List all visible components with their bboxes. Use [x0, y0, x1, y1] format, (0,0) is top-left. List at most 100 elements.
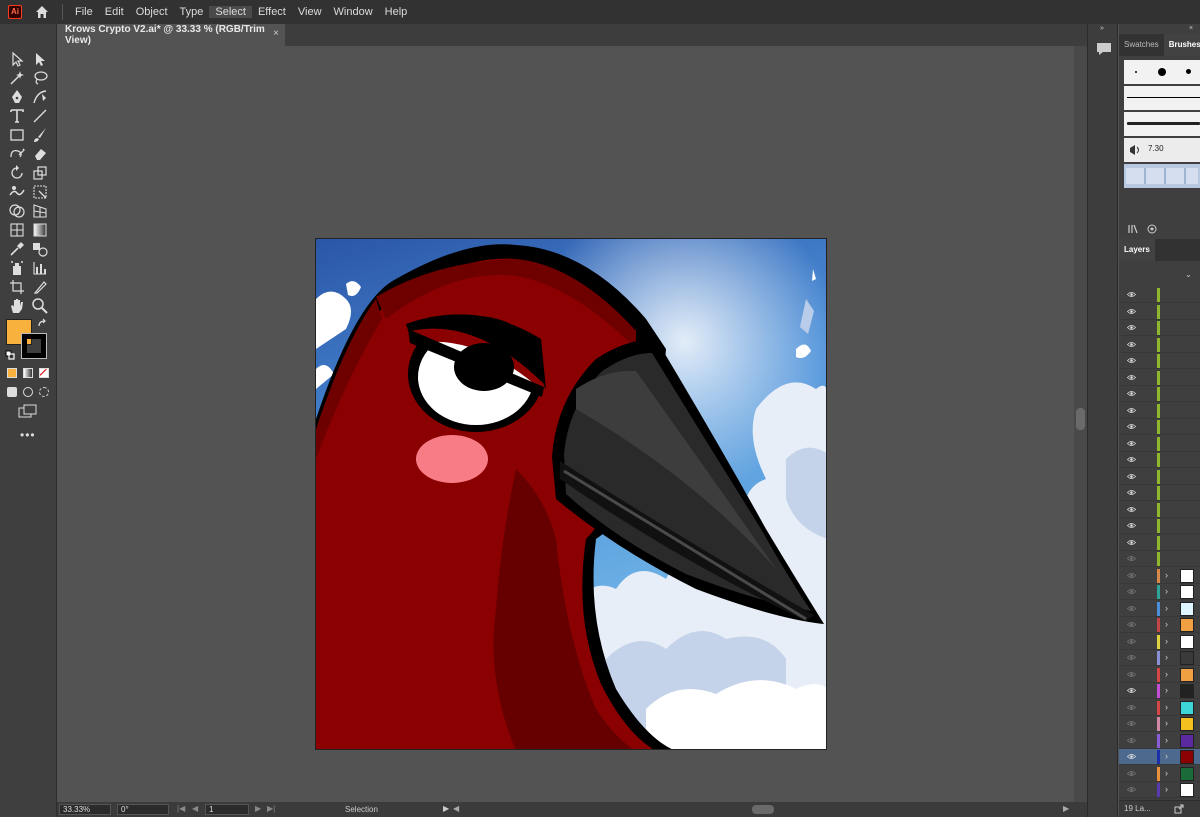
- rotation-field[interactable]: 0°: [117, 804, 169, 815]
- visibility-eye-icon[interactable]: [1127, 720, 1136, 727]
- more-tools-icon[interactable]: •••: [20, 428, 36, 442]
- visibility-eye-icon[interactable]: [1127, 737, 1136, 744]
- tab-swatches[interactable]: Swatches: [1119, 34, 1164, 56]
- layer-row[interactable]: [1119, 320, 1200, 336]
- layer-row[interactable]: ›: [1119, 683, 1200, 699]
- line-tool-icon[interactable]: [31, 107, 49, 125]
- visibility-eye-icon[interactable]: [1127, 704, 1136, 711]
- brush-dot-large[interactable]: [1158, 68, 1166, 76]
- expand-layer-chevron-icon[interactable]: ›: [1165, 768, 1168, 778]
- draw-normal-icon[interactable]: [7, 387, 17, 397]
- menu-view[interactable]: View: [292, 6, 328, 18]
- zoom-field[interactable]: 33.33%: [59, 804, 111, 815]
- eyedropper-tool-icon[interactable]: [8, 240, 26, 258]
- brush-row-size[interactable]: 7.30: [1124, 138, 1200, 162]
- menu-select[interactable]: Select: [209, 6, 252, 18]
- layer-row[interactable]: ›: [1119, 568, 1200, 584]
- expand-layer-chevron-icon[interactable]: ›: [1165, 570, 1168, 580]
- expand-layer-chevron-icon[interactable]: ›: [1165, 603, 1168, 613]
- menu-edit[interactable]: Edit: [99, 6, 130, 18]
- expand-layer-chevron-icon[interactable]: ›: [1165, 586, 1168, 596]
- layer-row[interactable]: ›: [1119, 634, 1200, 650]
- none-mode-button[interactable]: [39, 368, 49, 378]
- visibility-eye-icon[interactable]: [1127, 654, 1136, 661]
- draw-inside-icon[interactable]: [39, 387, 49, 397]
- scroll-right-icon[interactable]: ▶: [1063, 804, 1069, 813]
- layer-row[interactable]: [1119, 287, 1200, 303]
- layers-dropdown-icon[interactable]: ⌄: [1185, 270, 1192, 279]
- visibility-eye-icon[interactable]: [1127, 786, 1136, 793]
- layer-row[interactable]: [1119, 419, 1200, 435]
- visibility-eye-icon[interactable]: [1127, 423, 1136, 430]
- brush-row-pattern[interactable]: [1124, 164, 1200, 188]
- vertical-scroll-thumb[interactable]: [1076, 408, 1085, 430]
- layer-row[interactable]: [1119, 386, 1200, 402]
- menu-effect[interactable]: Effect: [252, 6, 292, 18]
- layer-row[interactable]: ›: [1119, 733, 1200, 749]
- expand-layer-chevron-icon[interactable]: ›: [1165, 636, 1168, 646]
- hand-tool-icon[interactable]: [8, 297, 26, 315]
- layer-row[interactable]: [1119, 304, 1200, 320]
- scale-tool-icon[interactable]: [31, 164, 49, 182]
- layer-row[interactable]: ›: [1119, 601, 1200, 617]
- visibility-eye-icon[interactable]: [1127, 407, 1136, 414]
- expand-layer-chevron-icon[interactable]: ›: [1165, 619, 1168, 629]
- layer-row[interactable]: ›: [1119, 782, 1200, 798]
- menu-file[interactable]: File: [69, 6, 99, 18]
- magic-wand-icon[interactable]: [8, 69, 26, 87]
- menu-type[interactable]: Type: [174, 6, 210, 18]
- visibility-eye-icon[interactable]: [1127, 753, 1136, 760]
- expand-layer-chevron-icon[interactable]: ›: [1165, 652, 1168, 662]
- blend-tool-icon[interactable]: [31, 240, 49, 258]
- visibility-eye-icon[interactable]: [1127, 522, 1136, 529]
- layer-row[interactable]: ›: [1119, 749, 1200, 765]
- color-mode-button[interactable]: [7, 368, 17, 378]
- rotate-tool-icon[interactable]: [8, 164, 26, 182]
- horizontal-scroll-thumb[interactable]: [752, 805, 774, 814]
- expand-layer-chevron-icon[interactable]: ›: [1165, 735, 1168, 745]
- layer-row[interactable]: ›: [1119, 584, 1200, 600]
- perspective-grid-tool-icon[interactable]: [31, 202, 49, 220]
- home-icon[interactable]: [34, 4, 50, 20]
- layer-row[interactable]: [1119, 535, 1200, 551]
- visibility-eye-icon[interactable]: [1127, 770, 1136, 777]
- layer-row[interactable]: ›: [1119, 700, 1200, 716]
- visibility-eye-icon[interactable]: [1127, 539, 1136, 546]
- menu-object[interactable]: Object: [130, 6, 174, 18]
- eraser-tool-icon[interactable]: [31, 145, 49, 163]
- paintbrush-tool-icon[interactable]: [31, 126, 49, 144]
- scroll-left-icon[interactable]: ◀: [453, 804, 459, 813]
- symbol-sprayer-tool-icon[interactable]: [8, 259, 26, 277]
- status-menu-icon[interactable]: ▶: [443, 804, 449, 813]
- draw-behind-icon[interactable]: [23, 387, 33, 397]
- visibility-eye-icon[interactable]: [1127, 621, 1136, 628]
- comments-icon[interactable]: [1095, 40, 1113, 58]
- prev-artboard-icon[interactable]: ◀: [192, 804, 198, 813]
- layer-row[interactable]: [1119, 337, 1200, 353]
- stroke-color-swatch[interactable]: [21, 333, 47, 359]
- artboard[interactable]: [315, 238, 827, 750]
- first-artboard-icon[interactable]: |◀: [177, 804, 185, 813]
- layer-row[interactable]: [1119, 551, 1200, 567]
- visibility-eye-icon[interactable]: [1127, 605, 1136, 612]
- visibility-eye-icon[interactable]: [1127, 324, 1136, 331]
- shaper-tool-icon[interactable]: [8, 145, 26, 163]
- gradient-tool-icon[interactable]: [31, 221, 49, 239]
- visibility-eye-icon[interactable]: [1127, 638, 1136, 645]
- layer-row[interactable]: [1119, 370, 1200, 386]
- layer-row[interactable]: [1119, 452, 1200, 468]
- next-artboard-icon[interactable]: ▶: [255, 804, 261, 813]
- document-tab[interactable]: Krows Crypto V2.ai* @ 33.33 % (RGB/Trim …: [57, 24, 285, 46]
- visibility-eye-icon[interactable]: [1127, 456, 1136, 463]
- artboard-tool-icon[interactable]: [8, 278, 26, 296]
- collapse-panels-icon[interactable]: »: [1100, 25, 1104, 32]
- brush-dot-medium[interactable]: [1186, 69, 1191, 74]
- pen-tool-icon[interactable]: [8, 88, 26, 106]
- layer-row[interactable]: ›: [1119, 650, 1200, 666]
- expand-layer-chevron-icon[interactable]: ›: [1165, 685, 1168, 695]
- column-graph-tool-icon[interactable]: [31, 259, 49, 277]
- expand-layer-chevron-icon[interactable]: ›: [1165, 702, 1168, 712]
- tab-brushes[interactable]: Brushes: [1163, 34, 1200, 56]
- gradient-mode-button[interactable]: [23, 368, 33, 378]
- visibility-eye-icon[interactable]: [1127, 291, 1136, 298]
